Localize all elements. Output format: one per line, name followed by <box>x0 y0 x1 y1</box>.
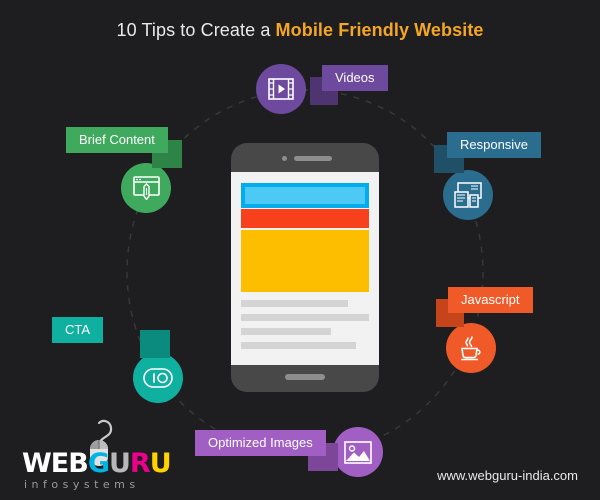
page-title-plain: 10 Tips to Create a <box>116 20 276 40</box>
screen-blue-header-bar <box>241 183 369 208</box>
phone-home-button <box>285 374 325 380</box>
label-responsive-text: Responsive <box>447 132 541 158</box>
logo-wordmark: WEBGURU <box>22 448 172 479</box>
java-coffee-cup-icon <box>461 336 481 361</box>
responsive-devices-icon <box>454 182 482 208</box>
screen-yellow-hero-block <box>241 230 369 292</box>
label-optimized-images[interactable]: Optimized Images <box>195 430 338 471</box>
node-circle-videos[interactable] <box>256 64 306 114</box>
screen-text-line <box>241 342 356 349</box>
label-brief-content[interactable]: Brief Content <box>66 127 182 168</box>
footer-website-url[interactable]: www.webguru-india.com <box>437 468 578 483</box>
page-title-accent: Mobile Friendly Website <box>275 20 484 40</box>
logo-part-web: WEB <box>22 448 89 479</box>
node-circle-brief-content[interactable] <box>121 163 171 213</box>
logo-tagline: infosystems <box>24 478 140 491</box>
photo-image-icon <box>344 440 372 464</box>
label-javascript-text: Javascript <box>448 287 533 313</box>
label-cta[interactable]: CTA <box>52 317 170 358</box>
page-title: 10 Tips to Create a Mobile Friendly Webs… <box>0 20 600 41</box>
toggle-switch-icon <box>143 368 173 388</box>
screen-text-line <box>241 300 348 307</box>
screen-text-line <box>241 314 369 321</box>
phone-mockup <box>231 143 379 392</box>
phone-speaker <box>294 156 332 161</box>
logo-part-g: G <box>87 448 110 479</box>
label-responsive[interactable]: Responsive <box>434 132 541 173</box>
label-shadow-tab <box>140 330 170 358</box>
screen-blue-header-inner <box>245 187 365 204</box>
infographic-canvas: 10 Tips to Create a Mobile Friendly Webs… <box>0 0 600 500</box>
screen-red-nav-bar <box>241 209 369 228</box>
logo-part-u2: U <box>149 448 172 479</box>
browser-pencil-icon <box>132 176 160 200</box>
phone-screen <box>231 172 379 365</box>
node-circle-responsive[interactable] <box>443 170 493 220</box>
phone-camera-icon <box>282 156 287 161</box>
node-circle-cta[interactable] <box>133 353 183 403</box>
label-optimized-images-text: Optimized Images <box>195 430 326 456</box>
screen-text-line <box>241 328 331 335</box>
node-circle-javascript[interactable] <box>446 323 496 373</box>
label-cta-text: CTA <box>52 317 104 343</box>
logo-part-u1: U <box>108 448 131 479</box>
film-video-icon <box>268 78 294 100</box>
label-videos-text: Videos <box>322 65 388 91</box>
logo-part-r: R <box>129 448 151 479</box>
label-videos[interactable]: Videos <box>310 65 388 105</box>
node-circle-optimized-images[interactable] <box>333 427 383 477</box>
label-javascript[interactable]: Javascript <box>436 287 533 327</box>
label-brief-content-text: Brief Content <box>66 127 168 153</box>
